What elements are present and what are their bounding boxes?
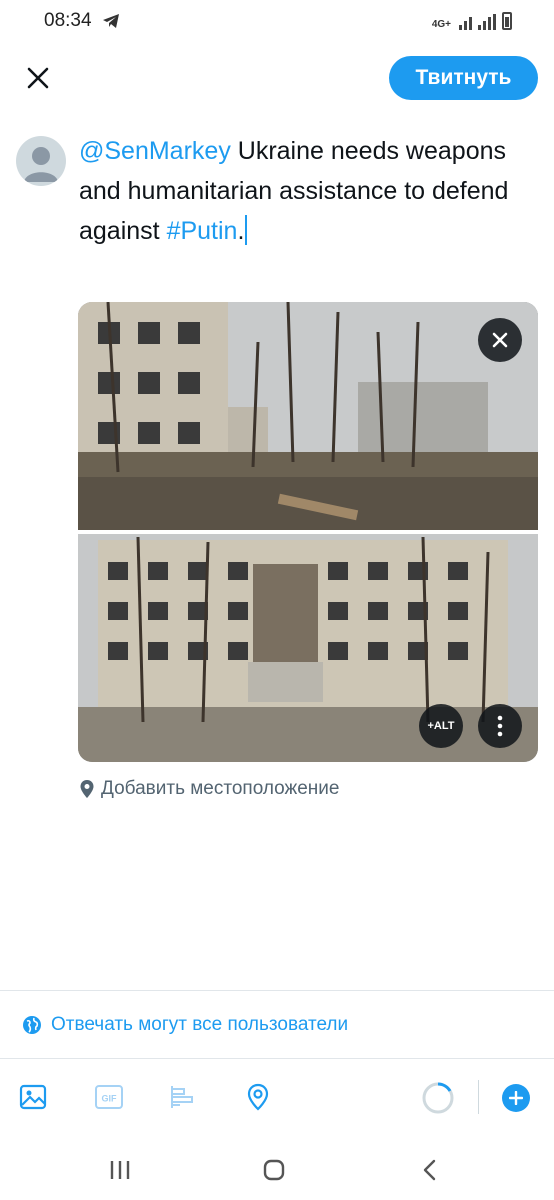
image-icon [19, 1084, 47, 1110]
back-button[interactable] [410, 1154, 450, 1186]
gif-icon: GIF [95, 1085, 123, 1109]
home-button[interactable] [254, 1154, 294, 1186]
signal-icon [459, 14, 472, 30]
home-icon [263, 1159, 285, 1181]
network-type: 4G+ [431, 19, 451, 30]
add-location-label: Добавить местоположение [101, 778, 340, 799]
status-time: 08:34 [44, 10, 92, 31]
add-image-button[interactable] [16, 1080, 50, 1114]
divider [0, 1058, 554, 1059]
status-bar: 08:34 4G+ [0, 0, 554, 44]
globe-icon [23, 1016, 41, 1034]
hashtag-link[interactable]: #Putin [167, 217, 238, 245]
compose-tweet-screen: 08:34 4G+ Твитнуть @SenMarkey Ukraine ne… [0, 0, 554, 1200]
character-count-progress [422, 1082, 454, 1114]
signal-icon [478, 14, 496, 30]
add-gif-button[interactable]: GIF [92, 1080, 126, 1114]
battery-icon [502, 12, 512, 30]
telegram-icon [103, 14, 119, 28]
close-button[interactable] [22, 62, 54, 94]
system-nav-bar [0, 1140, 554, 1200]
tweet-text-input[interactable]: @SenMarkey Ukraine needs weapons and hum… [79, 131, 529, 251]
location-icon [247, 1083, 269, 1111]
add-location-toolbar-button[interactable] [241, 1080, 275, 1114]
reply-setting-button[interactable]: Отвечать могут все пользователи [22, 1014, 348, 1036]
reply-setting-label: Отвечать могут все пользователи [51, 1014, 349, 1035]
recent-apps-button[interactable] [100, 1154, 140, 1186]
divider [0, 990, 554, 991]
poll-icon [171, 1086, 193, 1108]
close-icon [27, 67, 49, 89]
add-poll-button[interactable] [166, 1080, 200, 1114]
alt-text-button[interactable]: +ALT [419, 704, 463, 748]
attached-image-graphic [78, 302, 538, 762]
status-icons: 4G+ [432, 12, 512, 30]
text-cursor [245, 215, 248, 245]
recent-apps-icon [110, 1161, 130, 1179]
default-avatar-icon [24, 147, 58, 182]
tweet-button[interactable]: Твитнуть [389, 56, 538, 100]
attached-image[interactable] [78, 302, 538, 762]
plus-icon [509, 1091, 523, 1105]
location-pin-icon [80, 780, 94, 798]
media-more-button[interactable] [478, 704, 522, 748]
avatar[interactable] [16, 136, 66, 186]
remove-media-button[interactable] [478, 318, 522, 362]
mention-link[interactable]: @SenMarkey [79, 137, 231, 165]
tweet-trailing-text: . [237, 217, 245, 245]
more-vertical-icon [497, 715, 503, 737]
close-icon [492, 332, 508, 348]
add-location-button[interactable]: Добавить местоположение [79, 778, 339, 800]
gif-label: GIF [102, 1094, 118, 1104]
back-icon [423, 1159, 436, 1181]
add-thread-button[interactable] [502, 1084, 530, 1112]
toolbar-separator [478, 1080, 479, 1114]
